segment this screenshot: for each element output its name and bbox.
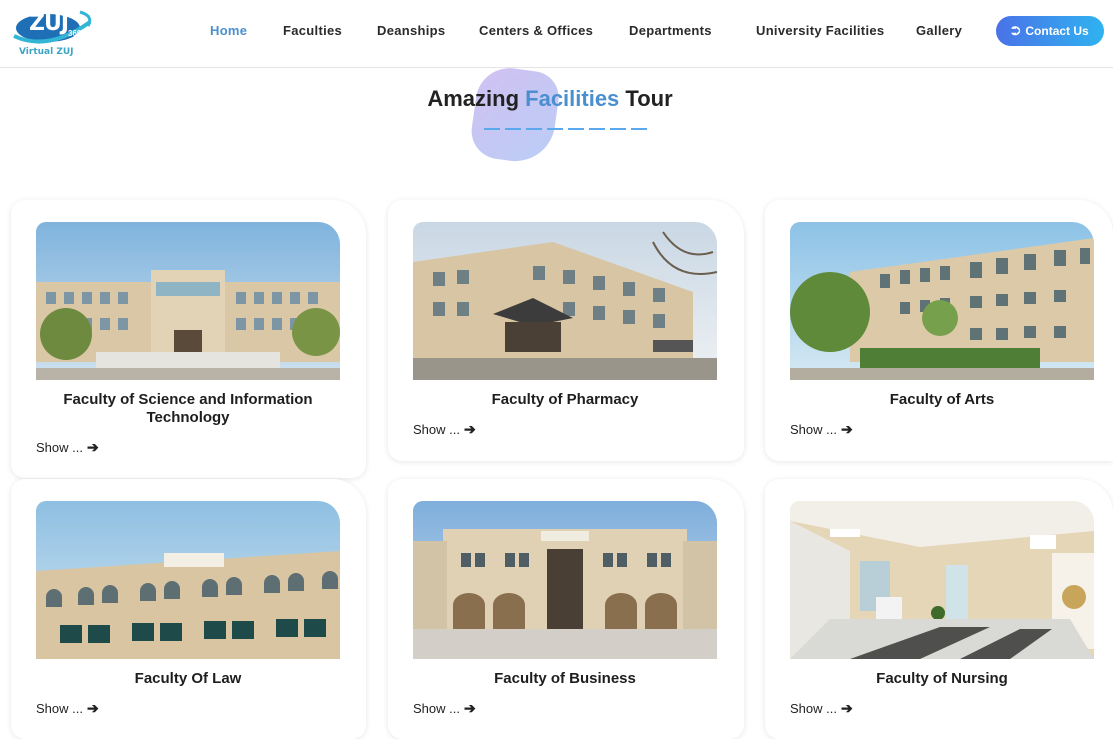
arrow-right-icon: ➔ <box>86 700 99 716</box>
arrow-right-icon: ➔ <box>463 700 476 716</box>
show-label: Show ... <box>413 422 460 437</box>
building-photo <box>790 222 1094 380</box>
contact-us-button[interactable]: ⮊ Contact Us <box>996 16 1104 46</box>
zuj-logo[interactable]: ZUJ 360° Virtual ZUJ <box>8 6 98 62</box>
logo-360-badge: 360° <box>68 29 85 38</box>
title-highlight: Facilities <box>525 86 620 111</box>
logo-subtitle: Virtual ZUJ <box>19 47 74 57</box>
interior-photo <box>790 501 1094 659</box>
title-underline <box>484 128 647 130</box>
facility-card-pharmacy[interactable]: Faculty of Pharmacy Show ... ➔ <box>388 200 744 461</box>
section-title: Amazing Facilities Tour <box>0 86 1100 112</box>
building-photo <box>413 501 717 659</box>
show-link[interactable]: Show ... ➔ <box>36 439 99 456</box>
nav-departments[interactable]: Departments <box>629 23 712 38</box>
show-link[interactable]: Show ... ➔ <box>36 700 99 717</box>
nav-home[interactable]: Home <box>210 23 247 38</box>
show-label: Show ... <box>413 701 460 716</box>
card-title: Faculty of Nursing <box>876 670 1008 687</box>
sign-in-icon: ⮊ <box>1011 23 1021 38</box>
card-title: Faculty Of Law <box>134 670 242 687</box>
title-part-1: Amazing <box>427 86 526 111</box>
card-title: Faculty of Business <box>494 670 636 687</box>
arrow-right-icon: ➔ <box>463 421 476 437</box>
nav-centers-offices[interactable]: Centers & Offices <box>479 23 593 38</box>
nav-faculties[interactable]: Faculties <box>283 23 342 38</box>
card-title: Faculty of Science and Information Techn… <box>63 391 313 426</box>
facility-card-nursing[interactable]: Faculty of Nursing Show ... ➔ <box>765 479 1113 739</box>
show-label: Show ... <box>36 440 83 455</box>
facility-card-business[interactable]: Faculty of Business Show ... ➔ <box>388 479 744 739</box>
show-label: Show ... <box>790 422 837 437</box>
decorative-blob <box>467 63 563 167</box>
arrow-right-icon: ➔ <box>840 421 853 437</box>
show-link[interactable]: Show ... ➔ <box>413 421 476 438</box>
logo-text: ZUJ <box>29 11 69 36</box>
building-photo <box>413 222 717 380</box>
building-photo <box>36 222 340 380</box>
show-label: Show ... <box>790 701 837 716</box>
contact-us-label: Contact Us <box>1025 24 1089 38</box>
show-label: Show ... <box>36 701 83 716</box>
card-title: Faculty of Pharmacy <box>491 391 639 408</box>
card-title: Faculty of Arts <box>889 391 995 408</box>
building-photo <box>36 501 340 659</box>
arrow-right-icon: ➔ <box>86 439 99 455</box>
facility-card-law[interactable]: Faculty Of Law Show ... ➔ <box>11 479 366 739</box>
nav-gallery[interactable]: Gallery <box>916 23 962 38</box>
nav-university-facilities[interactable]: University Facilities <box>756 23 884 38</box>
arrow-right-icon: ➔ <box>840 700 853 716</box>
show-link[interactable]: Show ... ➔ <box>790 421 853 438</box>
show-link[interactable]: Show ... ➔ <box>790 700 853 717</box>
top-navbar: ZUJ 360° Virtual ZUJ Home Faculties Dean… <box>0 0 1113 68</box>
nav-deanships[interactable]: Deanships <box>377 23 445 38</box>
facility-card-arts[interactable]: Faculty of Arts Show ... ➔ <box>765 200 1113 461</box>
show-link[interactable]: Show ... ➔ <box>413 700 476 717</box>
title-part-2: Tour <box>619 86 673 111</box>
facility-card-science-it[interactable]: Faculty of Science and Information Techn… <box>11 200 366 478</box>
